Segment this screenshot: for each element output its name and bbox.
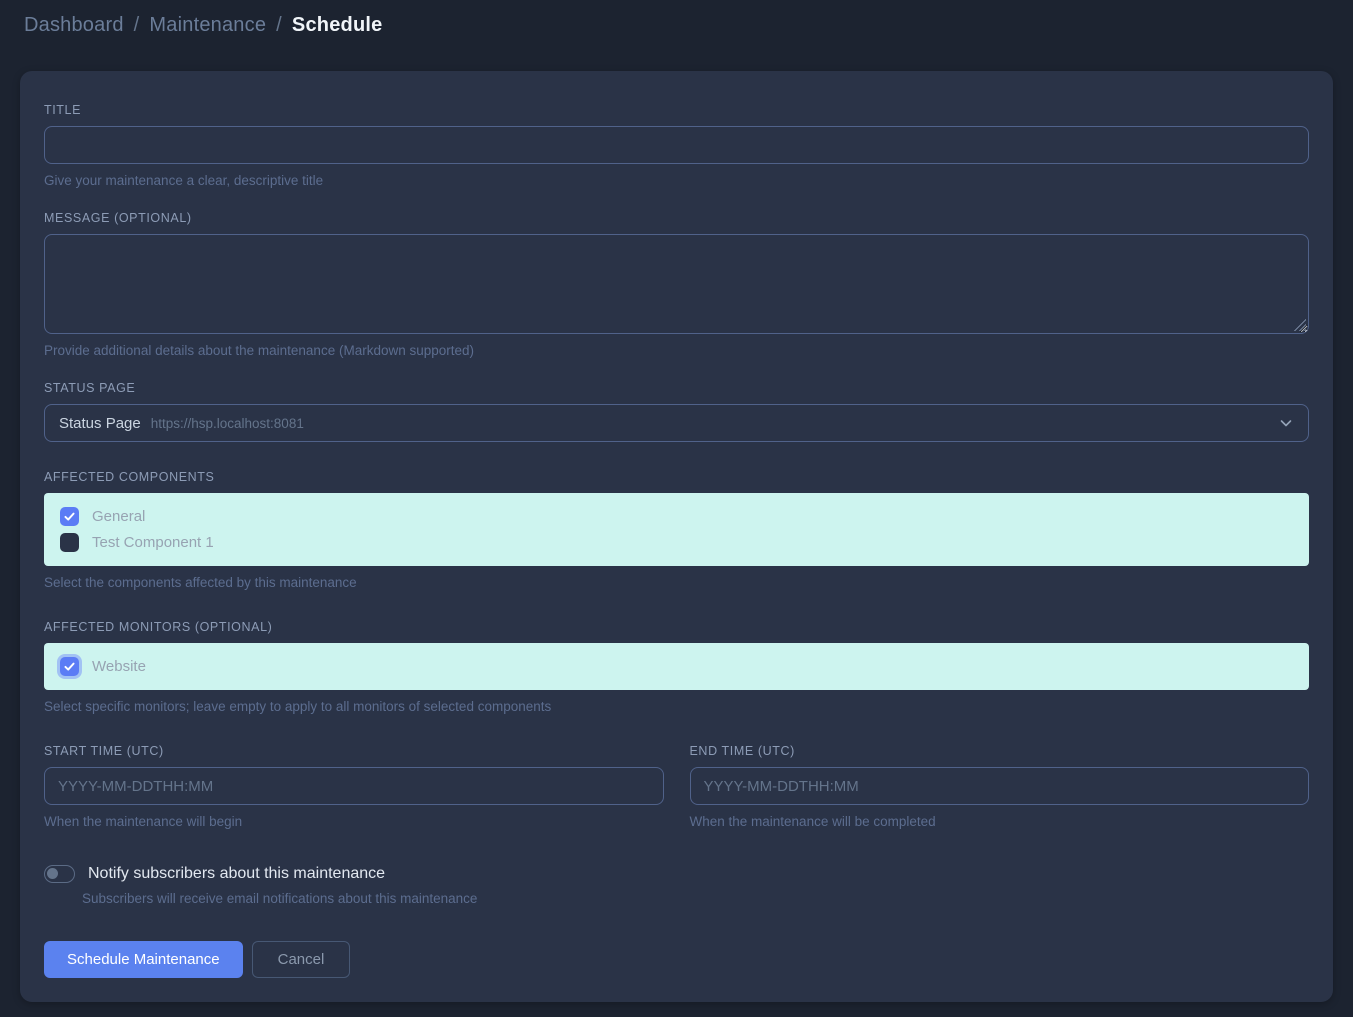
title-helper: Give your maintenance a clear, descripti… bbox=[44, 173, 1309, 188]
breadcrumb-dashboard[interactable]: Dashboard bbox=[24, 14, 124, 37]
component-option-general[interactable]: General bbox=[60, 507, 1293, 526]
chevron-down-icon bbox=[1278, 415, 1294, 431]
status-page-selected-url: https://hsp.localhost:8081 bbox=[151, 416, 304, 431]
start-time-label: START TIME (UTC) bbox=[44, 744, 664, 758]
message-label: MESSAGE (OPTIONAL) bbox=[44, 211, 1309, 225]
component-option-label: General bbox=[92, 508, 145, 525]
notify-toggle-label: Notify subscribers about this maintenanc… bbox=[88, 865, 385, 883]
message-textarea[interactable] bbox=[44, 234, 1309, 334]
end-time-helper: When the maintenance will be completed bbox=[690, 814, 1310, 829]
affected-monitors-panel: Website bbox=[44, 643, 1309, 690]
affected-components-label: AFFECTED COMPONENTS bbox=[44, 470, 1309, 484]
notify-section: Notify subscribers about this maintenanc… bbox=[44, 865, 1309, 906]
checkmark-icon bbox=[63, 660, 76, 673]
breadcrumb-separator: / bbox=[134, 14, 140, 37]
start-time-group: START TIME (UTC) When the maintenance wi… bbox=[44, 744, 664, 829]
title-field-group: TITLE Give your maintenance a clear, des… bbox=[44, 103, 1309, 188]
message-field-group: MESSAGE (OPTIONAL) Provide additional de… bbox=[44, 211, 1309, 358]
page-title: Schedule bbox=[292, 14, 383, 37]
notify-toggle[interactable] bbox=[44, 865, 75, 883]
checkbox-checked[interactable] bbox=[60, 507, 79, 526]
message-textarea-wrap bbox=[44, 234, 1309, 334]
affected-monitors-group: AFFECTED MONITORS (OPTIONAL) Website Sel… bbox=[44, 620, 1309, 714]
top-bar: Dashboard / Maintenance / Schedule bbox=[0, 0, 1353, 49]
breadcrumb: Dashboard / Maintenance / Schedule bbox=[24, 14, 1329, 37]
toggle-knob bbox=[47, 868, 58, 879]
checkbox-unchecked[interactable] bbox=[60, 533, 79, 552]
affected-components-panel: General Test Component 1 bbox=[44, 493, 1309, 566]
affected-components-helper: Select the components affected by this m… bbox=[44, 575, 1309, 590]
component-option-test-component-1[interactable]: Test Component 1 bbox=[60, 533, 1293, 552]
status-page-selected-name: Status Page bbox=[59, 415, 141, 432]
monitor-option-website[interactable]: Website bbox=[60, 657, 1293, 676]
end-time-input[interactable] bbox=[690, 767, 1310, 805]
message-helper: Provide additional details about the mai… bbox=[44, 343, 1309, 358]
affected-components-group: AFFECTED COMPONENTS General Test Compone… bbox=[44, 470, 1309, 590]
status-page-label: STATUS PAGE bbox=[44, 381, 1309, 395]
breadcrumb-separator: / bbox=[276, 14, 282, 37]
title-input[interactable] bbox=[44, 126, 1309, 164]
schedule-maintenance-button[interactable]: Schedule Maintenance bbox=[44, 941, 243, 978]
checkmark-icon bbox=[63, 510, 76, 523]
start-time-helper: When the maintenance will begin bbox=[44, 814, 664, 829]
schedule-maintenance-form-card: TITLE Give your maintenance a clear, des… bbox=[20, 71, 1333, 1002]
component-option-label: Test Component 1 bbox=[92, 534, 214, 551]
breadcrumb-maintenance[interactable]: Maintenance bbox=[149, 14, 266, 37]
status-page-select[interactable]: Status Page https://hsp.localhost:8081 bbox=[44, 404, 1309, 442]
end-time-label: END TIME (UTC) bbox=[690, 744, 1310, 758]
title-label: TITLE bbox=[44, 103, 1309, 117]
affected-monitors-helper: Select specific monitors; leave empty to… bbox=[44, 699, 1309, 714]
status-page-field-group: STATUS PAGE Status Page https://hsp.loca… bbox=[44, 381, 1309, 442]
notify-helper: Subscribers will receive email notificat… bbox=[82, 891, 1309, 906]
time-fields-row: START TIME (UTC) When the maintenance wi… bbox=[44, 744, 1309, 829]
start-time-input[interactable] bbox=[44, 767, 664, 805]
monitor-option-label: Website bbox=[92, 658, 146, 675]
cancel-button[interactable]: Cancel bbox=[252, 941, 351, 978]
end-time-group: END TIME (UTC) When the maintenance will… bbox=[690, 744, 1310, 829]
affected-monitors-label: AFFECTED MONITORS (OPTIONAL) bbox=[44, 620, 1309, 634]
form-actions: Schedule Maintenance Cancel bbox=[44, 941, 1309, 978]
checkbox-checked[interactable] bbox=[60, 657, 79, 676]
notify-toggle-row: Notify subscribers about this maintenanc… bbox=[44, 865, 1309, 883]
